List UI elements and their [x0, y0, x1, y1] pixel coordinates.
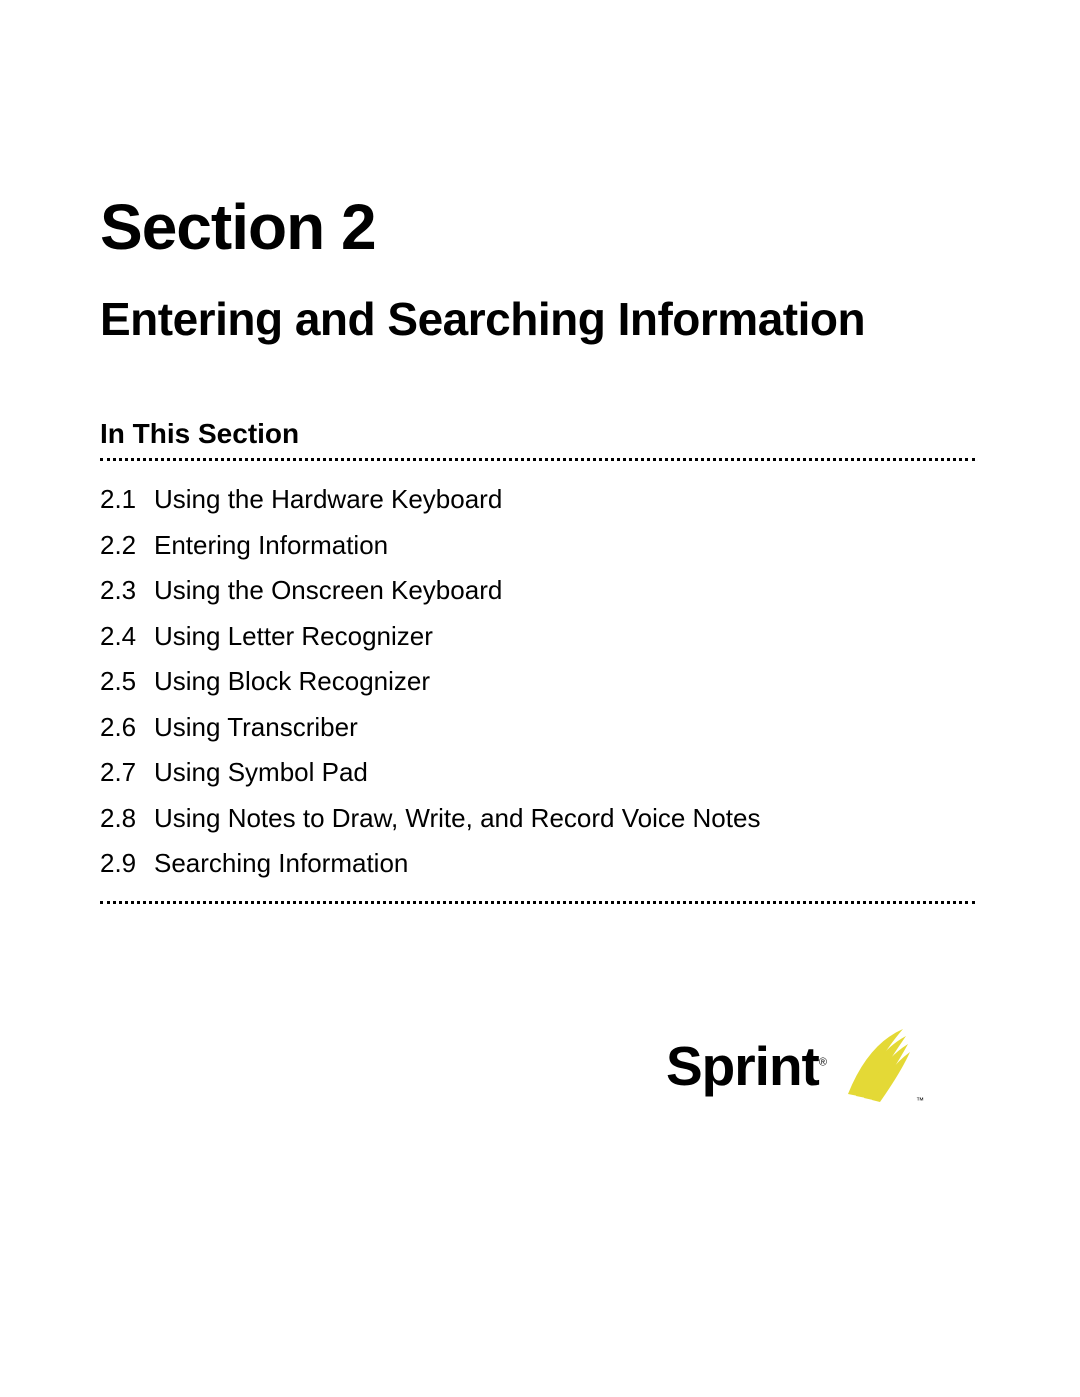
- toc-number: 2.9: [100, 841, 154, 887]
- toc-item: 2.6 Using Transcriber: [100, 705, 975, 751]
- toc-item: 2.7 Using Symbol Pad: [100, 750, 975, 796]
- toc-item: 2.3 Using the Onscreen Keyboard: [100, 568, 975, 614]
- toc-text: Using Transcriber: [154, 705, 975, 751]
- dotted-divider-bottom: [100, 901, 975, 904]
- toc-number: 2.4: [100, 614, 154, 660]
- toc-number: 2.8: [100, 796, 154, 842]
- sprint-brand-text: Sprint®: [666, 1034, 826, 1098]
- in-this-section-label: In This Section: [100, 418, 975, 450]
- registered-mark: ®: [819, 1056, 826, 1068]
- table-of-contents: 2.1 Using the Hardware Keyboard 2.2 Ente…: [100, 477, 975, 887]
- toc-text: Using Block Recognizer: [154, 659, 975, 705]
- toc-text: Searching Information: [154, 841, 975, 887]
- toc-number: 2.3: [100, 568, 154, 614]
- toc-text: Entering Information: [154, 523, 975, 569]
- toc-number: 2.1: [100, 477, 154, 523]
- toc-text: Using the Onscreen Keyboard: [154, 568, 975, 614]
- toc-item: 2.8 Using Notes to Draw, Write, and Reco…: [100, 796, 975, 842]
- toc-item: 2.2 Entering Information: [100, 523, 975, 569]
- toc-item: 2.9 Searching Information: [100, 841, 975, 887]
- toc-text: Using the Hardware Keyboard: [154, 477, 975, 523]
- toc-item: 2.1 Using the Hardware Keyboard: [100, 477, 975, 523]
- toc-text: Using Letter Recognizer: [154, 614, 975, 660]
- toc-text: Using Notes to Draw, Write, and Record V…: [154, 796, 975, 842]
- toc-item: 2.4 Using Letter Recognizer: [100, 614, 975, 660]
- section-number-heading: Section 2: [100, 190, 975, 264]
- toc-number: 2.7: [100, 750, 154, 796]
- toc-number: 2.5: [100, 659, 154, 705]
- toc-text: Using Symbol Pad: [154, 750, 975, 796]
- section-title: Entering and Searching Information: [100, 292, 975, 346]
- trademark-symbol: ™: [916, 1096, 924, 1105]
- dotted-divider-top: [100, 458, 975, 461]
- sprint-logo: Sprint® ™: [666, 1024, 910, 1107]
- sprint-swoosh-icon: [838, 1024, 910, 1102]
- toc-item: 2.5 Using Block Recognizer: [100, 659, 975, 705]
- toc-number: 2.2: [100, 523, 154, 569]
- toc-number: 2.6: [100, 705, 154, 751]
